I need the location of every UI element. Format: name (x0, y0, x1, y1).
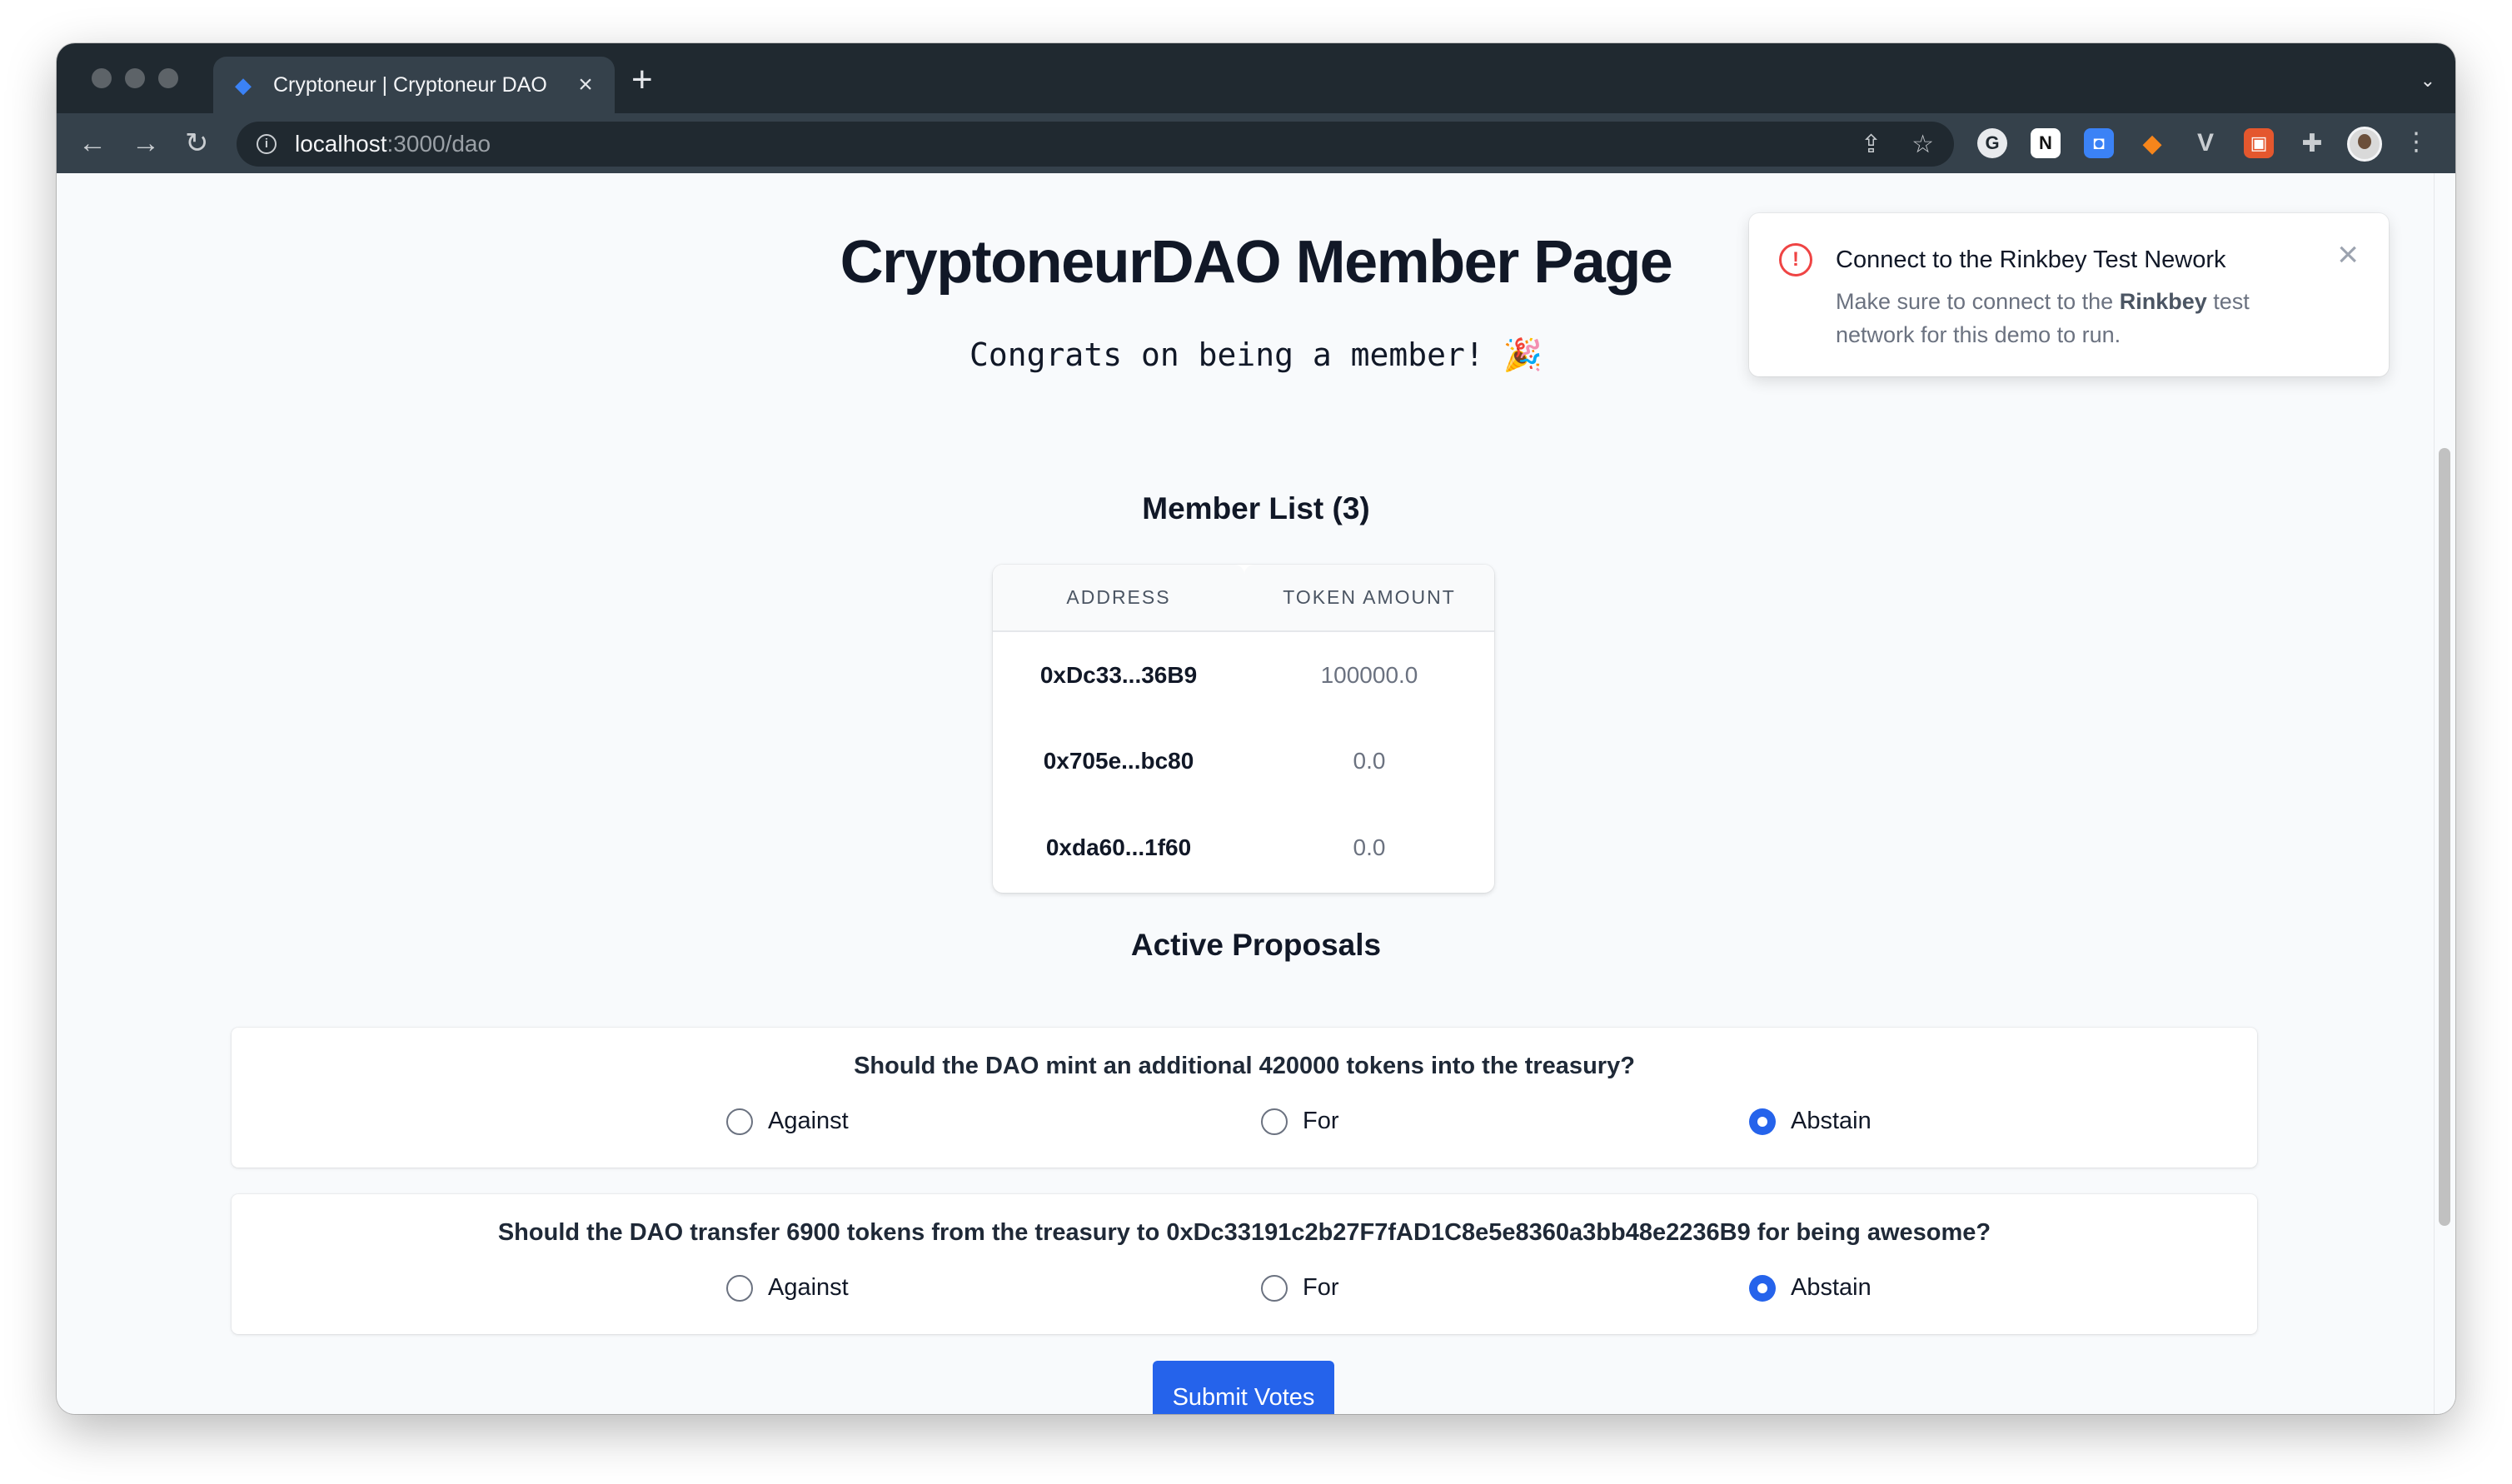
page-content: CryptoneurDAO Member Page Congrats on be… (57, 173, 2455, 1414)
member-table: ADDRESS TOKEN AMOUNT 0xDc33...36B9 10000… (993, 565, 1494, 891)
member-token-amount: 100000.0 (1320, 661, 1418, 688)
active-proposals-heading: Active Proposals (1130, 928, 1382, 962)
proposal-card: Should the DAO transfer 6900 tokens from… (232, 1194, 2257, 1334)
browser-tab[interactable]: ◆ Cryptoneur | Cryptoneur DAO × (213, 57, 615, 113)
proposal-question: Should the DAO transfer 6900 tokens from… (497, 1219, 1991, 1246)
tab-search-chevron-icon[interactable]: ⌄ (2420, 70, 2435, 92)
extension-metamask-icon[interactable]: ◆ (2137, 128, 2167, 158)
vote-option-against[interactable]: Against (726, 1108, 849, 1135)
member-address: 0xDc33...36B9 (1039, 661, 1198, 688)
minimize-window-button[interactable] (125, 68, 145, 88)
member-list-heading: Member List (3) (1142, 491, 1370, 525)
close-window-button[interactable] (92, 68, 112, 88)
reload-icon[interactable]: ↻ (185, 127, 209, 160)
for-radio[interactable] (1261, 1274, 1288, 1302)
vote-option-label: Abstain (1791, 1108, 1872, 1134)
member-address: 0xda60...1f60 (1045, 834, 1192, 860)
share-icon[interactable]: ⇪ (1861, 130, 1882, 159)
table-row: 0xDc33...36B9 100000.0 (993, 631, 1494, 718)
table-row: 0x705e...bc80 0.0 (993, 718, 1494, 804)
network-warning-toast: ! Connect to the Rinkbey Test Nework Mak… (1749, 213, 2389, 376)
abstain-radio[interactable] (1749, 1274, 1776, 1302)
proposal-card: Should the DAO mint an additional 420000… (232, 1028, 2257, 1168)
address-bar[interactable]: i localhost:3000/dao ⇪ ☆ (237, 122, 1954, 167)
vote-option-label: Abstain (1791, 1274, 1872, 1301)
token-amount-column-header: TOKEN AMOUNT (1244, 565, 1494, 632)
vote-option-abstain[interactable]: Abstain (1749, 1108, 1872, 1135)
extension-notion-icon[interactable]: N (2031, 128, 2061, 158)
member-token-amount: 0.0 (1353, 748, 1386, 774)
extension-red-icon[interactable]: ▣ (2244, 128, 2274, 158)
scrollbar-thumb[interactable] (2439, 448, 2450, 1226)
against-radio[interactable] (726, 1108, 753, 1135)
vote-option-label: For (1303, 1274, 1339, 1301)
url-text: localhost:3000/dao (295, 131, 491, 157)
member-table-card: ADDRESS TOKEN AMOUNT 0xDc33...36B9 10000… (993, 565, 1494, 893)
tab-strip: ◆ Cryptoneur | Cryptoneur DAO × + ⌄ (57, 43, 2455, 113)
browser-window: ◆ Cryptoneur | Cryptoneur DAO × + ⌄ ← → … (57, 43, 2455, 1414)
abstain-radio[interactable] (1749, 1108, 1776, 1135)
alert-circle-icon: ! (1779, 243, 1812, 276)
site-info-icon[interactable]: i (257, 134, 277, 154)
browser-menu-icon[interactable]: ⋮ (2404, 130, 2429, 155)
favicon-icon: ◆ (235, 72, 252, 97)
back-arrow-icon[interactable]: ← (78, 127, 107, 160)
address-column-header: ADDRESS (993, 565, 1244, 632)
submit-votes-button[interactable]: Submit Votes (1153, 1361, 1334, 1414)
maximize-window-button[interactable] (158, 68, 178, 88)
tab-title: Cryptoneur | Cryptoneur DAO (273, 72, 547, 97)
member-token-amount: 0.0 (1353, 834, 1386, 860)
vote-option-against[interactable]: Against (726, 1274, 849, 1302)
vote-option-label: Against (768, 1274, 849, 1301)
proposal-question: Should the DAO mint an additional 420000… (854, 1053, 1635, 1079)
scrollbar[interactable] (2434, 173, 2455, 1414)
vote-option-for[interactable]: For (1261, 1274, 1339, 1302)
bookmark-star-icon[interactable]: ☆ (1911, 130, 1934, 159)
profile-avatar[interactable] (2347, 127, 2382, 162)
toast-close-icon[interactable]: × (2337, 237, 2359, 273)
extension-grammar-icon[interactable]: G (1977, 128, 2007, 158)
table-row: 0xda60...1f60 0.0 (993, 804, 1494, 891)
browser-toolbar: ← → ↻ i localhost:3000/dao ⇪ ☆ G N ◘ ◆ V… (57, 113, 2455, 173)
extensions-puzzle-icon[interactable]: ✚ (2297, 128, 2327, 158)
member-address: 0x705e...bc80 (1043, 748, 1194, 774)
vote-option-abstain[interactable]: Abstain (1749, 1274, 1872, 1302)
tab-close-icon[interactable]: × (573, 72, 598, 97)
vote-option-label: For (1303, 1108, 1339, 1134)
against-radio[interactable] (726, 1274, 753, 1302)
toast-title: Connect to the Rinkbey Test Nework (1836, 247, 2226, 273)
extension-vue-icon[interactable]: V (2191, 128, 2220, 158)
forward-arrow-icon[interactable]: → (132, 127, 160, 160)
vote-option-label: Against (768, 1108, 849, 1134)
toast-message: Make sure to connect to the Rinkbey test… (1836, 289, 2250, 347)
for-radio[interactable] (1261, 1108, 1288, 1135)
table-header-row: ADDRESS TOKEN AMOUNT (993, 565, 1494, 632)
new-tab-button[interactable]: + (631, 62, 653, 98)
extension-blue-icon[interactable]: ◘ (2084, 128, 2114, 158)
vote-option-for[interactable]: For (1261, 1108, 1339, 1135)
